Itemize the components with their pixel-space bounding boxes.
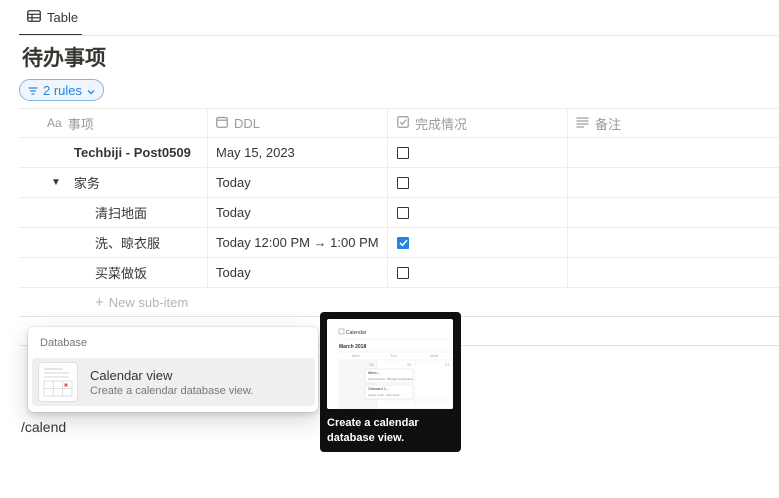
column-header-status[interactable]: 完成情况 xyxy=(388,109,568,137)
tab-divider xyxy=(19,35,779,36)
task-name-text: 洗、晾衣服 xyxy=(95,236,161,251)
filter-label: 2 rules xyxy=(43,82,83,98)
cell-notes[interactable] xyxy=(568,258,779,287)
preview-date: 26 xyxy=(407,362,412,367)
calendar-property-icon xyxy=(216,116,228,131)
preview-card-title: Menu... xyxy=(368,371,381,375)
cell-notes[interactable] xyxy=(568,228,779,257)
cell-ddl[interactable]: May 15, 2023 xyxy=(208,138,388,167)
task-name-text: 清扫地面 xyxy=(95,206,148,221)
preview-header: Calendar xyxy=(346,330,367,336)
view-tab-bar: Table xyxy=(19,0,83,36)
column-header-notes[interactable]: 备注 xyxy=(568,109,779,137)
plus-icon: + xyxy=(95,293,104,311)
column-label: 完成情况 xyxy=(415,116,468,132)
task-name-text: Techbiji - Post0509 xyxy=(74,145,191,160)
cell-task-name[interactable]: Techbiji - Post0509 xyxy=(19,138,208,167)
cell-task-name[interactable]: 洗、晾衣服 xyxy=(19,228,208,257)
cell-ddl[interactable]: Today xyxy=(208,198,388,227)
preview-card-title: Onboard 1... xyxy=(368,387,389,391)
checkbox-unchecked[interactable] xyxy=(397,146,409,159)
cell-done xyxy=(388,168,568,197)
slash-command-menu: Database Calendar view Create a calendar… xyxy=(28,327,318,412)
preview-card-line: Grace Lustt · Ivan Zhao xyxy=(368,393,400,397)
filter-rules-button[interactable]: 2 rules xyxy=(19,79,105,101)
checkmark-icon xyxy=(398,239,408,246)
checkbox-unchecked[interactable] xyxy=(397,176,409,189)
column-header-ddl[interactable]: DDL xyxy=(208,109,388,137)
ddl-text: May 15, 2023 xyxy=(216,145,295,160)
preview-day: Tue xyxy=(390,353,398,358)
text-lines-icon xyxy=(576,116,589,131)
table-row[interactable]: ▼ 家务 Today xyxy=(19,168,779,198)
cell-ddl[interactable]: Today xyxy=(208,168,388,197)
cell-task-name[interactable]: 买菜做饭 xyxy=(19,258,208,287)
tab-label: Table xyxy=(47,9,79,25)
calendar-preview-image: Calendar March 2018 Mon Tue Wed 25 26 27… xyxy=(327,319,453,409)
chevron-down-icon xyxy=(87,83,95,98)
preview-month: March 2018 xyxy=(339,344,366,350)
toggle-triangle-icon[interactable]: ▼ xyxy=(51,177,61,188)
cell-notes[interactable] xyxy=(568,138,779,167)
tab-table[interactable]: Table xyxy=(19,1,83,36)
checkbox-checked[interactable] xyxy=(397,236,409,249)
calendar-view-thumbnail-icon xyxy=(38,362,78,402)
preview-day: Mon xyxy=(352,353,360,358)
menu-section-label: Database xyxy=(40,337,88,349)
preview-date: 27 xyxy=(445,362,450,367)
cell-task-name[interactable]: 清扫地面 xyxy=(19,198,208,227)
preview-card-line: Chet Graves · Bridges Gorgaders xyxy=(368,377,413,381)
cell-ddl[interactable]: Today 12:00 PM → 1:00 PM xyxy=(208,228,388,257)
table-row[interactable]: Techbiji - Post0509 May 15, 2023 xyxy=(19,138,779,168)
table-row[interactable]: 买菜做饭 Today xyxy=(19,258,779,288)
new-sub-item-label: New sub-item xyxy=(108,294,189,310)
preview-caption: Create a calendar database view. xyxy=(327,417,419,444)
calendar-view-preview-tooltip: Calendar March 2018 Mon Tue Wed 25 26 27… xyxy=(320,312,461,452)
text-property-icon: Aa xyxy=(47,116,62,130)
cell-done xyxy=(388,258,568,287)
ddl-text: Today xyxy=(216,175,251,190)
checkbox-property-icon xyxy=(397,115,409,131)
checkbox-unchecked[interactable] xyxy=(397,206,409,219)
preview-date: 25 xyxy=(369,362,374,367)
database-table: Aa 事项 DDL 完成情况 备注 Techbiji - Post0509 May… xyxy=(19,108,779,317)
task-name-text: 家务 xyxy=(73,176,100,191)
menu-item-calendar-view[interactable]: Calendar view Create a calendar database… xyxy=(32,358,315,406)
cell-ddl[interactable]: Today xyxy=(208,258,388,287)
table-row[interactable]: 清扫地面 Today xyxy=(19,198,779,228)
filter-icon xyxy=(28,83,38,98)
menu-item-description: Create a calendar database view. xyxy=(90,384,254,397)
column-label: 事项 xyxy=(67,116,94,132)
cell-done xyxy=(388,138,568,167)
checkbox-unchecked[interactable] xyxy=(397,266,409,279)
slash-command-text[interactable]: /calend xyxy=(21,419,66,435)
table-header-row: Aa 事项 DDL 完成情况 备注 xyxy=(19,108,779,138)
column-label: 备注 xyxy=(595,116,622,132)
cell-notes[interactable] xyxy=(568,198,779,227)
column-label: DDL xyxy=(234,115,261,131)
page-title: 待办事项 xyxy=(22,47,106,70)
cell-task-name[interactable]: ▼ 家务 xyxy=(19,168,208,197)
column-header-name[interactable]: Aa 事项 xyxy=(19,109,208,137)
ddl-text: Today 12:00 PM → 1:00 PM xyxy=(216,235,379,250)
task-name-text: 买菜做饭 xyxy=(95,266,148,281)
ddl-text: Today xyxy=(216,265,251,280)
table-row[interactable]: 洗、晾衣服 Today 12:00 PM → 1:00 PM xyxy=(19,228,779,258)
preview-day: Wed xyxy=(430,353,438,358)
cell-done xyxy=(388,228,568,257)
cell-notes[interactable] xyxy=(568,168,779,197)
ddl-text: Today xyxy=(216,205,251,220)
table-icon xyxy=(27,9,41,25)
cell-done xyxy=(388,198,568,227)
menu-item-title: Calendar view xyxy=(90,367,173,383)
